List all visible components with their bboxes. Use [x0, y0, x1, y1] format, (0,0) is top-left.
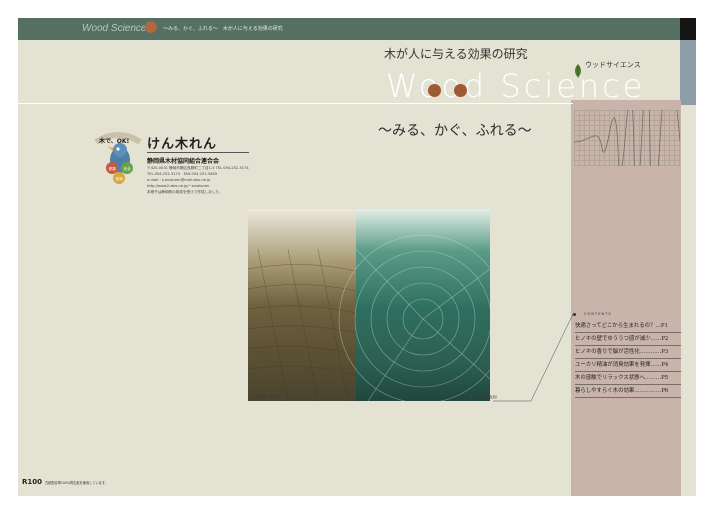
contents-bullet-icon	[573, 313, 576, 316]
contents-item[interactable]: 木の感触でリラックス状態へ………P5	[575, 373, 681, 385]
header-subtitle: ～みる、かぐ、ふれる～ 木が人に与える効果の研究	[163, 26, 283, 32]
contents-item[interactable]: 快適さってどこから生まれるの？…P1	[575, 321, 681, 333]
waveform-graphic	[574, 110, 680, 166]
contents-item[interactable]: 暮らしやすらぐ木の効果……………P6	[575, 386, 681, 398]
corner-block	[680, 18, 696, 40]
mascot-bird-icon: 木で、OK! 健康 安全 快適	[94, 132, 142, 184]
org-divider	[147, 152, 249, 153]
title-english: Wood Science	[386, 67, 646, 105]
divider	[18, 103, 573, 104]
mascot-label: 安全	[124, 166, 132, 171]
header-dot-icon	[145, 21, 157, 33]
title-dot-icon	[428, 84, 441, 97]
header-logo: Wood Science	[82, 23, 147, 34]
brochure-page: Wood Science ～みる、かぐ、ふれる～ 木が人に与える効果の研究 木が…	[18, 18, 696, 496]
mascot-caption: 木で、OK!	[98, 137, 129, 145]
organization-block: 木で、OK! 健康 安全 快適 けん木れん 静岡県木材協同組合連合会 〒420-…	[90, 130, 270, 212]
org-url: http://www2.wbs.ne.jp/~smokuren	[147, 184, 210, 188]
tagline: ～みる、かぐ、ふれる～	[378, 123, 532, 139]
leader-line	[493, 313, 574, 402]
header-bar: Wood Science ～みる、かぐ、ふれる～ 木が人に与える効果の研究	[18, 18, 680, 40]
org-full-name: 静岡県木材協同組合連合会	[147, 158, 220, 165]
contents-item[interactable]: ユーカリ精油が消臭効果を発揮……P4	[575, 360, 681, 372]
org-email: e-mail : s-mokuren@mail.wbs.ne.jp	[147, 178, 211, 182]
side-strip-steel	[680, 40, 696, 105]
org-tel-fax: TEL.054-252-3174 FAX.054-251-3463	[147, 172, 217, 176]
wood-texture-overlay	[248, 234, 490, 401]
org-address: 〒420-0031 静岡市葵区呉服町二丁目1-5 TEL.054-252-317…	[147, 166, 249, 170]
recycle-mark: R100	[22, 478, 43, 486]
org-short-name: けん木れん	[147, 137, 218, 152]
footer-note: 古紙配合率100%再生紙を使用しています。	[45, 481, 108, 485]
title-dot-icon	[454, 84, 467, 97]
title-japanese: 木が人に与える効果の研究	[384, 47, 528, 61]
photo-caption-left: スギ横断面（柾目）	[250, 395, 282, 399]
mascot-label: 快適	[116, 176, 124, 181]
contents-heading: CONTENTS	[584, 312, 612, 316]
mascot-label: 健康	[109, 166, 117, 171]
contents-item[interactable]: ヒノキの香りで脳が活性化…………P3	[575, 347, 681, 359]
contents-item[interactable]: ヒノキの壁でゆううつ感が減少……P2	[575, 334, 681, 346]
org-note: 本冊子は静岡県の助成を受けて作成しました。	[147, 190, 223, 194]
wood-photos: スギ横断面（柾目） スギ横断面（板目）	[248, 209, 512, 401]
